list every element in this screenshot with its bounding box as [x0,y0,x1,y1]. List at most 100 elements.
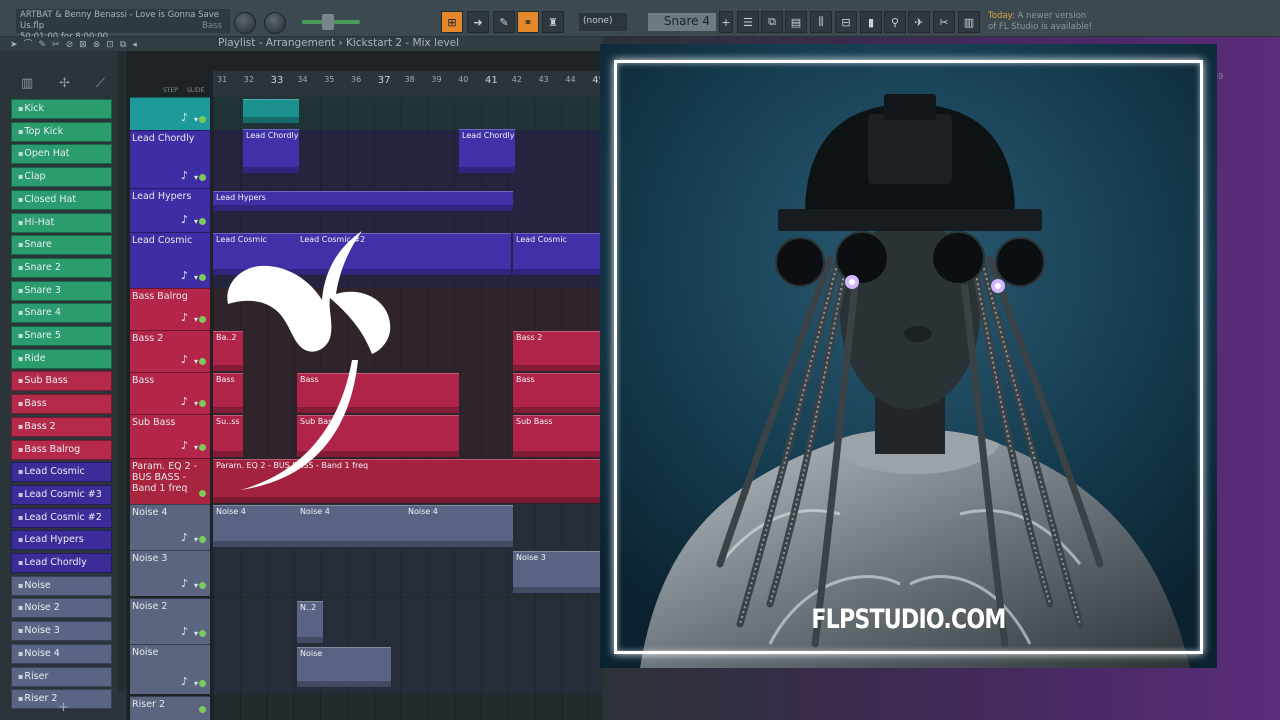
channel-rack-icon[interactable]: ▤ [785,11,807,33]
chevron-down-icon[interactable]: ▾ [194,443,198,452]
plugin-picker-icon[interactable]: ⚲ [884,11,906,33]
playlist-clip[interactable]: Noise 4 [213,505,297,547]
wait-input-icon[interactable]: ✎ [493,11,515,33]
track-header[interactable]: Noise 4 ♪ ▾ [130,504,210,550]
channel-lead-chordly[interactable]: Lead Chordly [11,553,112,573]
channel-noise-3[interactable]: Noise 3 [11,621,112,642]
song-info-panel[interactable]: ARTBAT & Benny Benassi - Love is Gonna S… [16,9,230,42]
track-enable-led[interactable] [199,490,206,497]
playlist-clip[interactable]: Lead Chordly [243,129,299,173]
playlist-clip[interactable]: Noise [297,647,391,687]
add-channel-icon[interactable]: + [719,11,733,33]
track-header[interactable]: Lead Hypers ♪ ▾ [130,188,210,232]
track-enable-led[interactable] [199,218,206,225]
track-header[interactable]: Bass Balrog ♪ ▾ [130,288,210,330]
chevron-down-icon[interactable]: ▾ [194,535,198,544]
link-icon[interactable]: ⚭ [517,11,539,33]
channel-ride[interactable]: Ride [11,348,112,369]
playlist-clip[interactable]: Noise 4 [297,505,405,547]
channel-snare-4[interactable]: Snare 4 [11,303,112,324]
channel-noise-2[interactable]: Noise 2 [11,598,112,619]
channel-kick[interactable]: Kick [11,99,112,119]
mixer-icon[interactable]: ⫼ [810,11,832,33]
piano-icon[interactable]: ▥ [21,76,33,96]
playlist-clip[interactable]: Bass 2 [513,331,603,371]
add-channel-button[interactable]: + [58,700,69,715]
track-enable-led[interactable] [199,536,206,543]
chevron-down-icon[interactable]: ▾ [194,217,198,226]
track-enable-led[interactable] [199,358,206,365]
track-enable-led[interactable] [199,582,206,589]
playlist-clip[interactable]: Bass [513,373,603,413]
chevron-down-icon[interactable]: ▾ [194,315,198,324]
track-header[interactable]: Sub Bass ♪ ▾ [130,414,210,458]
help-icon[interactable]: ✈ [908,11,930,33]
playlist-clip[interactable]: Lead Chordly [459,129,515,173]
typing-keyboard-icon[interactable]: ⊞ [441,11,463,33]
channel-bass[interactable]: Bass [11,394,112,415]
channel-sub-bass[interactable]: Sub Bass [11,371,112,392]
channel-bass-balrog[interactable]: Bass Balrog [11,439,112,460]
chevron-down-icon[interactable]: ▾ [194,115,198,124]
browser-icon[interactable]: ▮ [860,11,882,33]
channel-top-kick[interactable]: Top Kick [11,121,112,142]
track-enable-led[interactable] [199,706,206,713]
playlist-clip[interactable]: Lead Hypers [213,191,513,211]
chevron-down-icon[interactable]: ▾ [194,679,198,688]
chevron-down-icon[interactable]: ▾ [194,581,198,590]
playlist-clip[interactable]: Noise 4 [405,505,513,547]
track-enable-led[interactable] [199,444,206,451]
playlist-clip[interactable]: Noise 3 [513,551,603,593]
track-header[interactable]: ♪ ▾ [130,97,210,130]
channel-lead-cosmic-3[interactable]: Lead Cosmic #3 [11,484,112,505]
chevron-down-icon[interactable]: ▾ [194,273,198,282]
track-enable-led[interactable] [199,680,206,687]
channel-lead-cosmic-2[interactable]: Lead Cosmic #2 [11,507,112,528]
playlist-breadcrumb[interactable]: Playlist - Arrangement › Kickstart 2 - M… [218,37,459,49]
channel-lead-hypers[interactable]: Lead Hypers [11,530,112,551]
channel-snare-3[interactable]: Snare 3 [11,280,112,301]
update-notice[interactable]: Today: A newer version of FL Studio is a… [988,11,1092,33]
playlist-icon[interactable]: ☰ [737,11,759,33]
master-slider-thumb[interactable] [322,14,334,30]
channel-snare-2[interactable]: Snare 2 [11,257,112,278]
track-header[interactable]: Noise 3 ♪ ▾ [130,550,210,596]
channel-riser[interactable]: Riser [11,666,112,687]
channel-noise-4[interactable]: Noise 4 [11,643,112,664]
track-enable-led[interactable] [199,316,206,323]
track-enable-led[interactable] [199,274,206,281]
channel-closed-hat[interactable]: Closed Hat [11,189,112,210]
pattern-select[interactable]: (none) [579,13,627,31]
track-header[interactable]: Lead Cosmic ♪ ▾ [130,232,210,288]
playlist-tool-icons[interactable]: ➤⌒✎✂⊘⊠⊗⊡⧉◂ [10,37,143,50]
plugin-icon[interactable]: ⊟ [835,11,857,33]
channel-hi-hat[interactable]: Hi-Hat [11,212,112,233]
chevron-down-icon[interactable]: ▾ [194,399,198,408]
track-enable-led[interactable] [199,174,206,181]
playlist-clip[interactable]: N..2 [297,601,323,643]
chevron-down-icon[interactable]: ▾ [194,629,198,638]
track-enable-led[interactable] [199,630,206,637]
audio-icon[interactable]: ▥ [958,11,980,33]
track-header[interactable]: Param. EQ 2 - BUS BASS - Band 1 freq [130,458,210,504]
channel-snare-5[interactable]: Snare 5 [11,326,112,346]
channel-snare[interactable]: Snare [11,235,112,256]
track-header[interactable]: Noise ♪ ▾ [130,644,210,694]
chevron-down-icon[interactable]: ▾ [194,357,198,366]
draw-icon[interactable]: ⟋ [96,76,105,96]
playlist-clip[interactable]: Lead Cosmic [513,233,603,275]
track-header[interactable]: Bass ♪ ▾ [130,372,210,414]
channel-list-scrollbar[interactable] [118,51,125,691]
selected-channel-display[interactable]: Snare 4 [648,13,716,31]
master-pitch-knob[interactable] [264,12,286,34]
channel-open-hat[interactable]: Open Hat [11,144,112,165]
track-enable-led[interactable] [199,116,206,123]
track-enable-led[interactable] [199,400,206,407]
track-header[interactable]: Lead Chordly ♪ ▾ [130,130,210,188]
playlist-clip[interactable] [243,99,299,123]
piano-roll-icon[interactable]: ⧉ [761,11,783,33]
track-header[interactable]: Riser 2 [130,696,210,720]
connect-icon[interactable]: ✢ [59,76,70,96]
chevron-down-icon[interactable]: ▾ [194,173,198,182]
channel-noise[interactable]: Noise [11,575,112,596]
